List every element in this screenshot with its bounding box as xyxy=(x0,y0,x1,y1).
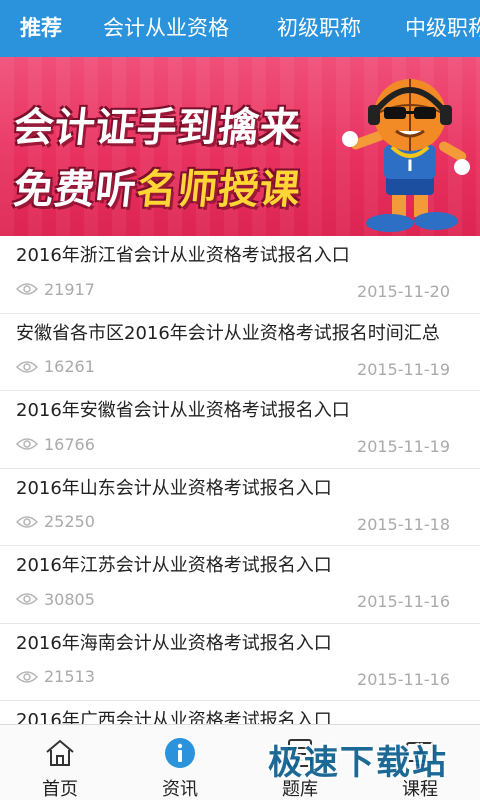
site-watermark: 极速下载站 xyxy=(268,743,448,783)
view-count-value: 16261 xyxy=(44,357,95,376)
view-count: 21513 xyxy=(16,666,95,688)
news-title: 2016年江苏会计从业资格考试报名入口 xyxy=(16,555,332,576)
eye-icon xyxy=(16,593,38,605)
news-date: 2015-11-18 xyxy=(357,514,450,534)
tab-junior-title[interactable]: 初级职称 xyxy=(277,0,361,57)
news-title: 2016年安徽省会计从业资格考试报名入口 xyxy=(16,400,350,421)
eye-icon xyxy=(16,515,38,528)
view-count-value: 30805 xyxy=(44,589,95,609)
news-date: 2015-11-19 xyxy=(357,359,450,379)
news-item[interactable]: 2016年江苏会计从业资格考试报名入口 30805 2015-11-16 xyxy=(0,546,480,624)
news-item[interactable]: 安徽省各市区2016年会计从业资格考试报名时间汇总 16261 2015-11-… xyxy=(0,314,480,391)
eye-icon xyxy=(16,360,38,373)
nav-news[interactable]: 资讯 xyxy=(120,725,240,800)
news-title: 2016年海南会计从业资格考试报名入口 xyxy=(16,632,332,654)
view-count-value: 21917 xyxy=(44,279,95,299)
view-count-value: 21513 xyxy=(44,667,95,686)
view-count: 16766 xyxy=(16,433,95,455)
news-date: 2015-11-16 xyxy=(357,669,450,689)
svg-text:I: I xyxy=(407,156,413,175)
basketball-mascot-icon: I xyxy=(342,79,470,232)
view-count-value: 25250 xyxy=(44,512,95,531)
nav-news-label: 资讯 xyxy=(162,779,198,800)
eye-icon xyxy=(16,283,38,295)
news-title: 2016年山东会计从业资格考试报名入口 xyxy=(16,477,332,499)
info-icon xyxy=(165,738,195,768)
banner-subheadline: 免费听名师授课 xyxy=(11,157,304,215)
view-count-value: 16766 xyxy=(44,434,95,454)
banner-headline: 会计证手到擒来 xyxy=(11,105,303,151)
home-icon xyxy=(46,739,74,766)
news-item[interactable]: 2016年海南会计从业资格考试报名入口 21513 2015-11-16 xyxy=(0,624,480,701)
view-count: 25250 xyxy=(16,511,95,533)
news-title: 安徽省各市区2016年会计从业资格考试报名时间汇总 xyxy=(16,322,440,344)
nav-home[interactable]: 首页 xyxy=(0,725,120,800)
news-title: 2016年浙江省会计从业资格考试报名入口 xyxy=(16,245,350,266)
eye-icon xyxy=(16,438,38,450)
news-date: 2015-11-16 xyxy=(357,592,450,611)
eye-icon xyxy=(16,670,38,683)
tab-accounting-qualification[interactable]: 会计从业资格 xyxy=(103,0,229,57)
news-title: 2016年广西会计从业资格考试报名入口 xyxy=(16,710,332,724)
news-item[interactable]: 2016年安徽省会计从业资格考试报名入口 16766 2015-11-19 xyxy=(0,391,480,469)
top-tab-bar: 推荐 会计从业资格 初级职称 中级职称 xyxy=(0,0,480,57)
news-list: 2016年浙江省会计从业资格考试报名入口 21917 2015-11-20 安徽… xyxy=(0,236,480,724)
promo-banner[interactable]: 会计证手到擒来 免费听名师授课 I xyxy=(0,57,480,236)
banner-subheadline-a: 免费听 xyxy=(11,167,139,213)
banner-subheadline-highlight: 名师授课 xyxy=(134,167,303,213)
nav-home-label: 首页 xyxy=(42,779,78,800)
news-item[interactable]: 2016年浙江省会计从业资格考试报名入口 21917 2015-11-20 xyxy=(0,236,480,314)
news-item[interactable]: 2016年山东会计从业资格考试报名入口 25250 2015-11-18 xyxy=(0,469,480,546)
news-item[interactable]: 2016年广西会计从业资格考试报名入口 xyxy=(0,701,480,724)
news-date: 2015-11-20 xyxy=(357,282,450,301)
tab-intermediate-title[interactable]: 中级职称 xyxy=(405,0,480,57)
view-count: 30805 xyxy=(16,588,95,610)
news-date: 2015-11-19 xyxy=(357,437,450,456)
view-count: 16261 xyxy=(16,356,95,378)
tab-recommend[interactable]: 推荐 xyxy=(20,0,62,57)
view-count: 21917 xyxy=(16,278,95,300)
